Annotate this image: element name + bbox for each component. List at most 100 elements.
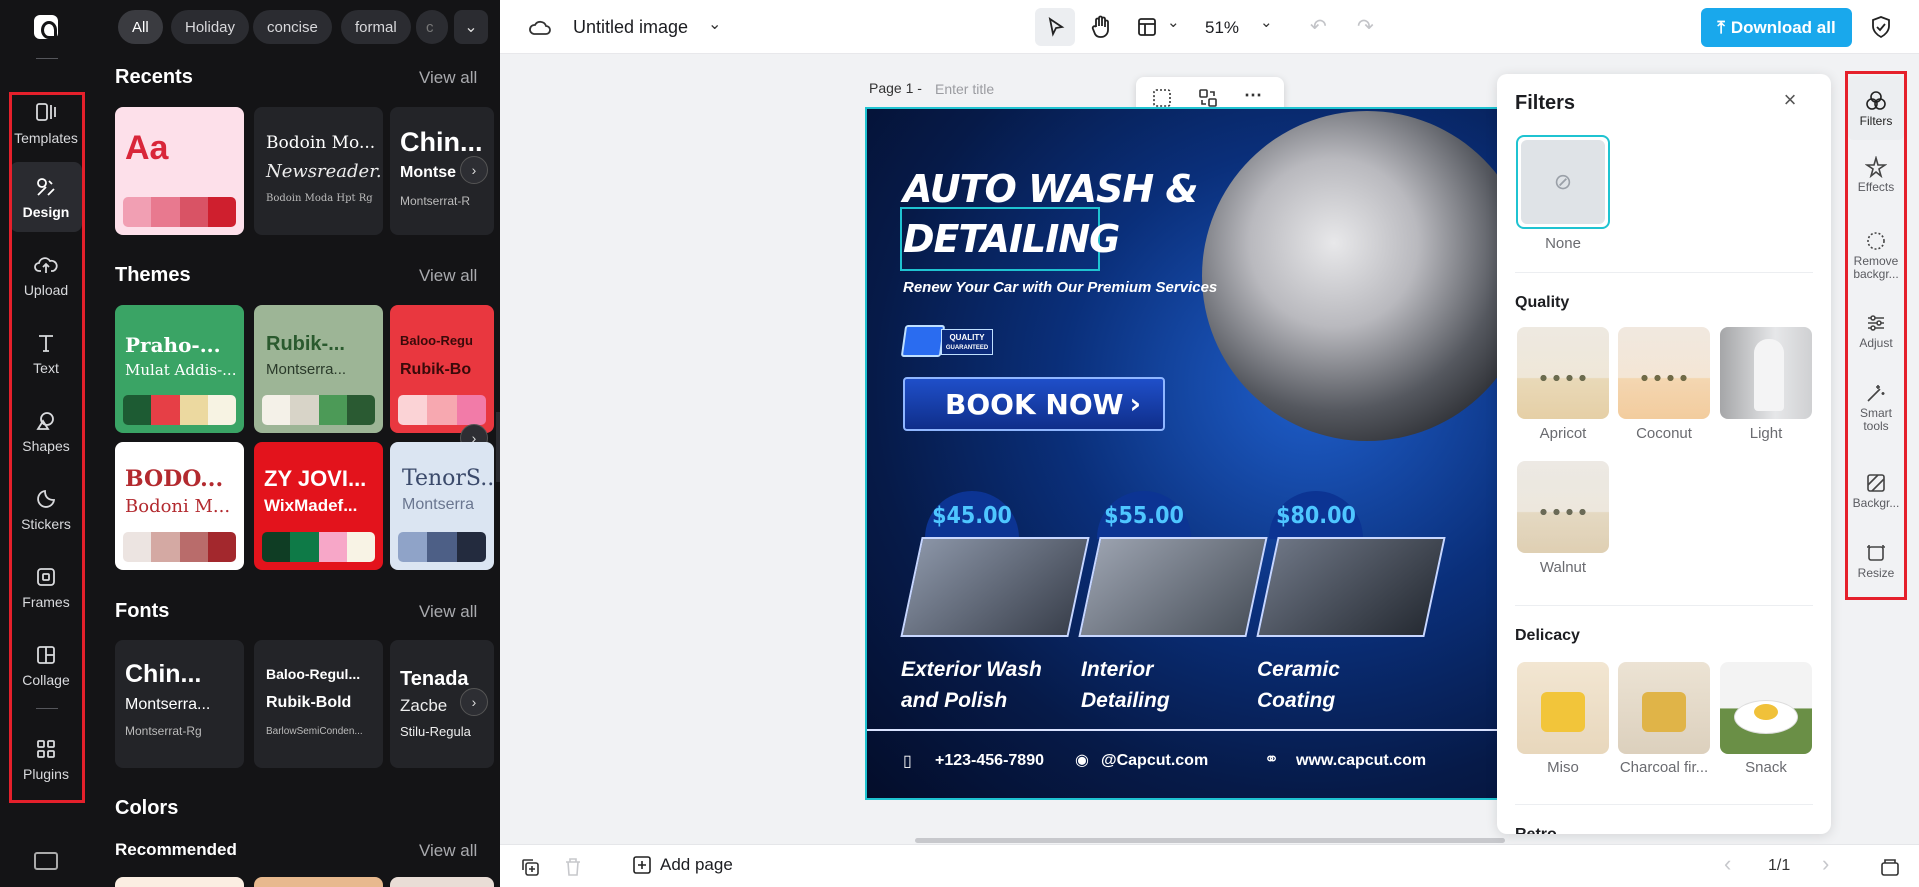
title-chevron-down-icon[interactable]: ⌄ — [708, 14, 721, 34]
contact-website[interactable]: www.capcut.com — [1296, 752, 1426, 770]
service-3-name[interactable]: Ceramic Coating — [1257, 654, 1340, 716]
highlight-box-right — [1845, 71, 1907, 600]
pages-panel-icon[interactable] — [1880, 857, 1900, 877]
color-card-1[interactable] — [115, 877, 244, 887]
recent-card-1[interactable]: Aa — [115, 107, 244, 235]
theme-card-5[interactable]: ZY JOVI... WixMadef... — [254, 442, 383, 570]
canvas-horizontal-scrollbar[interactable] — [915, 838, 1505, 843]
document-title[interactable]: Untitled image — [573, 17, 688, 38]
redo-icon[interactable]: ↷ — [1357, 14, 1374, 39]
fonts-view-all-link[interactable]: View all — [419, 602, 477, 622]
book-now-button[interactable]: BOOK NOW › — [903, 377, 1165, 431]
service-photo-interior[interactable] — [1078, 537, 1268, 637]
filter-miso[interactable] — [1517, 662, 1609, 754]
delete-page-icon[interactable] — [564, 857, 582, 877]
contact-phone[interactable]: +123-456-7890 — [935, 752, 1044, 770]
filter-apricot-label: Apricot — [1539, 425, 1587, 442]
filters-divider-1 — [1515, 272, 1813, 273]
service-1-name[interactable]: Exterior Wash and Polish — [901, 654, 1042, 716]
select-pointer-icon[interactable] — [1045, 16, 1067, 38]
smart-resize-icon[interactable] — [1198, 88, 1218, 108]
colors-view-all-link[interactable]: View all — [419, 841, 477, 861]
zoom-chevron-down-icon[interactable]: ⌄ — [1260, 13, 1273, 31]
book-now-label: BOOK NOW — [945, 387, 1124, 421]
download-all-button[interactable]: ⤒ Download all — [1701, 8, 1852, 47]
download-icon: ⤒ — [1717, 17, 1725, 37]
chip-concise[interactable]: concise — [253, 10, 332, 44]
filter-none[interactable]: ⊘ — [1516, 135, 1610, 229]
contact-social[interactable]: @Capcut.com — [1101, 752, 1208, 770]
add-page-button[interactable]: Add page — [632, 855, 733, 875]
theme-card-2[interactable]: Rubik-... Montserra... — [254, 305, 383, 433]
filter-apricot[interactable] — [1517, 327, 1609, 419]
font-card-2-line1: Baloo-Regul... — [266, 666, 361, 682]
color-card-3[interactable] — [390, 877, 494, 887]
theme-card-3[interactable]: Baloo-Regu Rubik-Bo — [390, 305, 494, 433]
contact-divider — [867, 729, 1503, 731]
chip-all[interactable]: All — [118, 10, 163, 44]
next-page-icon[interactable]: › — [1822, 851, 1829, 877]
recent-card-1-swatches — [123, 197, 236, 227]
service-2-name[interactable]: Interior Detailing — [1081, 654, 1170, 716]
recents-title: Recents — [115, 66, 193, 88]
color-card-2[interactable] — [254, 877, 383, 887]
recents-next-button[interactable]: › — [460, 156, 488, 184]
crop-select-icon[interactable] — [1152, 88, 1172, 108]
theme-card-6[interactable]: TenorS... Montserra — [390, 442, 494, 570]
theme-card-4-swatches — [123, 532, 236, 562]
cloud-save-icon[interactable] — [528, 16, 552, 38]
filter-light[interactable] — [1720, 327, 1812, 419]
service-3-line-1: Ceramic — [1257, 658, 1340, 681]
shield-check-icon[interactable] — [1870, 15, 1892, 39]
close-icon[interactable]: × — [1779, 89, 1801, 111]
theme-card-1[interactable]: Praho-... Mulat Addis-... — [115, 305, 244, 433]
theme-card-4[interactable]: BODO... Bodoni M... — [115, 442, 244, 570]
font-card-2[interactable]: Baloo-Regul... Rubik-Bold BarlowSemiCond… — [254, 640, 383, 768]
theme-card-2-line2: Montserra... — [266, 361, 347, 378]
chip-holiday[interactable]: Holiday — [171, 10, 250, 44]
filter-coconut[interactable] — [1618, 327, 1710, 419]
car-wash-photo[interactable] — [1202, 111, 1503, 441]
charcoal-dessert — [1642, 692, 1686, 732]
theme-card-4-line1: BODO... — [125, 466, 224, 492]
layout-icon[interactable] — [1137, 17, 1157, 37]
chevron-right-icon: › — [1129, 387, 1141, 420]
zoom-level[interactable]: 51% — [1205, 18, 1239, 38]
keyboard-shortcuts-icon[interactable] — [34, 852, 58, 870]
layout-chevron-down-icon[interactable]: ⌄ — [1167, 13, 1180, 31]
colors-title: Colors — [115, 797, 179, 819]
page-title-input[interactable]: Enter title — [935, 81, 994, 97]
undo-icon[interactable]: ↶ — [1310, 14, 1327, 39]
filter-walnut[interactable] — [1517, 461, 1609, 553]
recents-view-all-link[interactable]: View all — [419, 68, 477, 88]
poster-headline-1[interactable]: AUTO WASH & — [903, 167, 1199, 211]
price-2[interactable]: $55.00 — [1097, 491, 1191, 539]
prev-page-icon[interactable]: ‹ — [1724, 851, 1731, 877]
fonts-next-button[interactable]: › — [460, 688, 488, 716]
chips-dropdown-button[interactable]: ⌄ — [454, 10, 488, 44]
filter-charcoal-fir[interactable] — [1618, 662, 1710, 754]
more-options-icon[interactable]: ⋯ — [1244, 85, 1262, 106]
duplicate-page-icon[interactable] — [520, 857, 540, 877]
price-1[interactable]: $45.00 — [925, 491, 1019, 539]
chip-formal[interactable]: formal — [341, 10, 411, 44]
poster-subtitle[interactable]: Renew Your Car with Our Premium Services — [903, 279, 1217, 296]
service-photo-ceramic[interactable] — [1256, 537, 1446, 637]
chip-more[interactable]: c — [416, 10, 448, 44]
font-card-1[interactable]: Chin... Montserra... Montserrat-Rg — [115, 640, 244, 768]
hand-tool-icon[interactable] — [1090, 15, 1112, 39]
recent-card-2[interactable]: Bodoin Mo... Newsreader... Bodoin Moda H… — [254, 107, 383, 235]
quality-badge[interactable]: QUALITY GUARANTEED — [900, 321, 993, 359]
miso-dessert — [1541, 692, 1585, 732]
capcut-logo-icon[interactable] — [34, 15, 58, 39]
service-photo-exterior[interactable] — [900, 537, 1090, 637]
recent-card-1-title: Aa — [125, 129, 169, 167]
font-card-3-line2: Zacbe — [400, 696, 448, 715]
themes-view-all-link[interactable]: View all — [419, 266, 477, 286]
filter-snack[interactable] — [1720, 662, 1812, 754]
poster-headline-2[interactable]: DETAILING — [903, 217, 1120, 261]
price-3[interactable]: $80.00 — [1269, 491, 1363, 539]
service-1-line-2: and Polish — [901, 689, 1008, 712]
theme-card-1-swatches — [123, 395, 236, 425]
poster-canvas[interactable]: AUTO WASH & DETAILING Renew Your Car wit… — [865, 107, 1505, 800]
